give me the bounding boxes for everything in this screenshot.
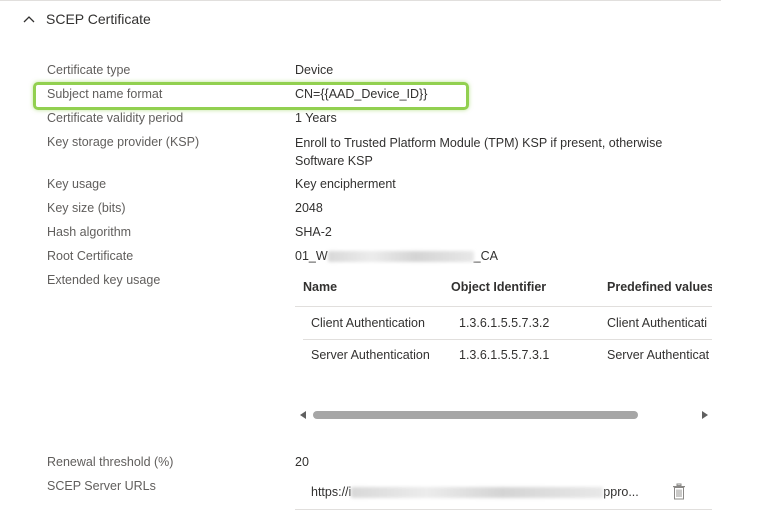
cell-name: Client Authentication bbox=[311, 316, 425, 330]
value-certificate-type: Device bbox=[295, 63, 334, 77]
value-key-usage: Key encipherment bbox=[295, 177, 396, 191]
cell-oid: 1.3.6.1.5.5.7.3.1 bbox=[459, 348, 550, 362]
label-extended-key-usage: Extended key usage bbox=[47, 273, 161, 287]
scep-url-text: https://i ppro... bbox=[311, 485, 639, 499]
trash-icon[interactable] bbox=[672, 483, 686, 500]
label-key-size: Key size (bits) bbox=[47, 201, 126, 215]
eku-table-header: Name Object Identifier Predefined values bbox=[295, 270, 712, 307]
table-row: Client Authentication 1.3.6.1.5.5.7.3.2 … bbox=[303, 307, 712, 340]
scroll-right-icon[interactable] bbox=[702, 411, 708, 419]
value-validity-period: 1 Years bbox=[295, 111, 337, 125]
redacted-text bbox=[327, 251, 474, 263]
root-cert-suffix: _CA bbox=[473, 249, 498, 263]
section-title: SCEP Certificate bbox=[46, 11, 151, 27]
label-validity-period: Certificate validity period bbox=[47, 111, 184, 125]
table-row: Server Authentication 1.3.6.1.5.5.7.3.1 … bbox=[303, 339, 712, 370]
label-scep-server-urls: SCEP Server URLs bbox=[47, 479, 156, 493]
root-cert-prefix: 01_W bbox=[295, 249, 328, 263]
column-header-oid: Object Identifier bbox=[451, 280, 547, 294]
label-key-usage: Key usage bbox=[47, 177, 107, 191]
cell-predefined: Client Authenticati bbox=[607, 316, 708, 330]
scep-certificate-page: SCEP Certificate Certificate type Device… bbox=[0, 0, 763, 529]
cell-predefined: Server Authenticat bbox=[607, 348, 710, 362]
scroll-left-icon[interactable] bbox=[300, 411, 306, 419]
label-certificate-type: Certificate type bbox=[47, 63, 131, 77]
divider bbox=[0, 0, 721, 1]
value-ksp: Enroll to Trusted Platform Module (TPM) … bbox=[295, 136, 663, 168]
scrollbar-thumb[interactable] bbox=[313, 411, 638, 419]
scep-url-row: https://i ppro... bbox=[295, 475, 712, 510]
cell-name: Server Authentication bbox=[311, 348, 430, 362]
label-hash-algorithm: Hash algorithm bbox=[47, 225, 132, 239]
label-renewal-threshold: Renewal threshold (%) bbox=[47, 455, 174, 469]
label-subject-name-format: Subject name format bbox=[47, 87, 163, 101]
cell-oid: 1.3.6.1.5.5.7.3.2 bbox=[459, 316, 550, 330]
value-subject-name-format: CN={{AAD_Device_ID}} bbox=[295, 87, 428, 101]
chevron-up-icon[interactable] bbox=[22, 12, 36, 26]
column-header-name: Name bbox=[303, 280, 338, 294]
url-suffix: ppro... bbox=[603, 485, 639, 499]
section-header-scep[interactable]: SCEP Certificate bbox=[22, 9, 151, 29]
redacted-text bbox=[351, 487, 604, 499]
url-prefix: https://i bbox=[311, 485, 352, 499]
value-key-size: 2048 bbox=[295, 201, 323, 215]
value-hash-algorithm: SHA-2 bbox=[295, 225, 332, 239]
value-root-certificate: 01_W _CA bbox=[295, 249, 498, 263]
value-renewal-threshold: 20 bbox=[295, 455, 309, 469]
label-ksp: Key storage provider (KSP) bbox=[47, 135, 200, 149]
horizontal-scrollbar[interactable] bbox=[296, 408, 712, 422]
column-header-predefined: Predefined values bbox=[607, 280, 712, 294]
label-root-certificate: Root Certificate bbox=[47, 249, 134, 263]
eku-table: Name Object Identifier Predefined values… bbox=[295, 270, 712, 370]
